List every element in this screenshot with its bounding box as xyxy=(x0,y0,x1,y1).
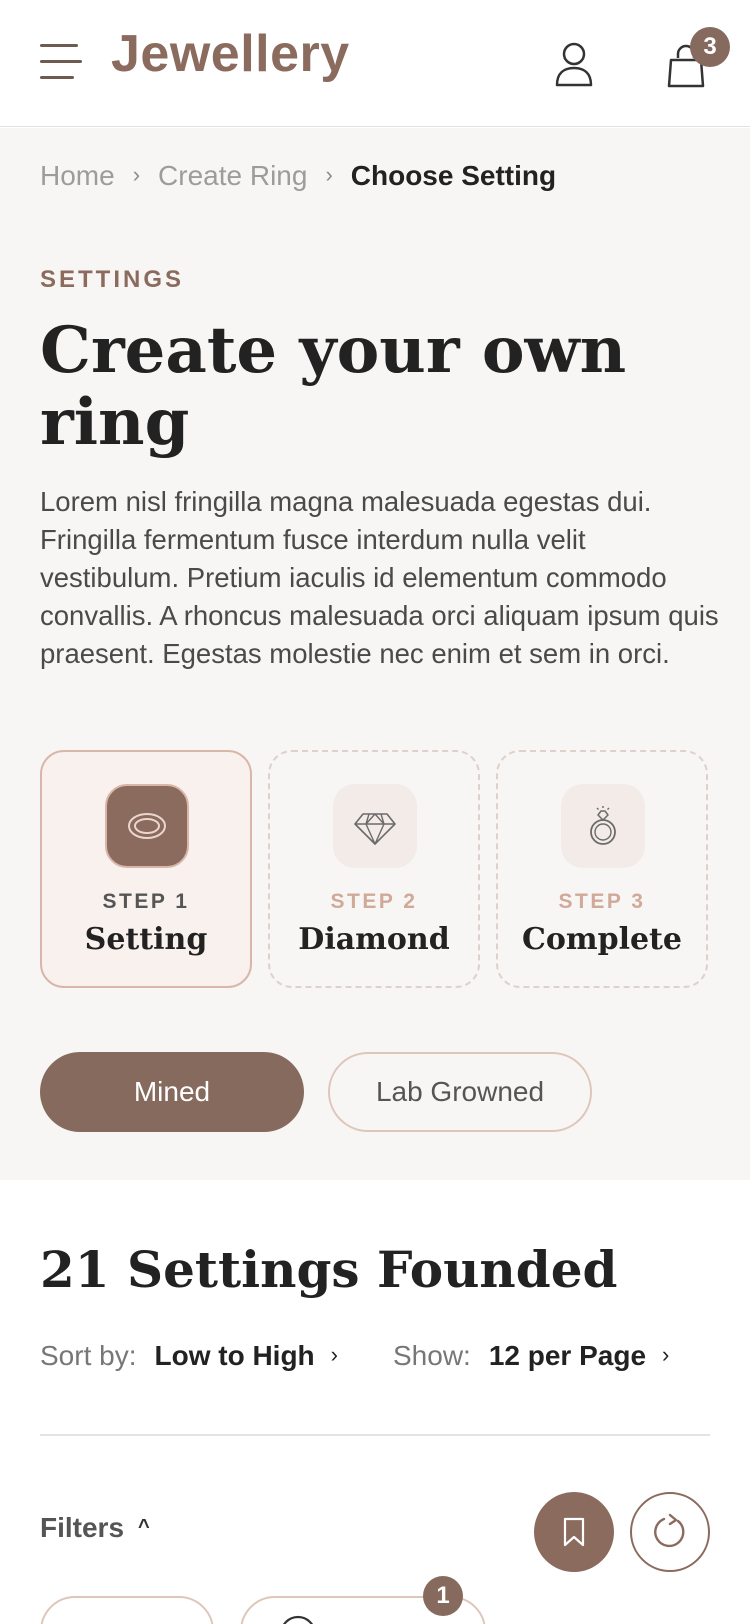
breadcrumb-separator: › xyxy=(325,162,333,187)
breadcrumb: Home › Create Ring › Choose Setting xyxy=(40,160,556,192)
section-eyebrow: SETTINGS xyxy=(40,266,185,293)
user-icon[interactable] xyxy=(552,40,596,88)
ring-icon xyxy=(282,1615,314,1624)
show-label: Show: xyxy=(393,1340,471,1371)
page-title: Create your own ring xyxy=(40,313,627,460)
diamond-ring-icon xyxy=(561,784,645,868)
page-size-dropdown[interactable]: 12 per Page xyxy=(489,1340,646,1371)
breadcrumb-current: Choose Setting xyxy=(350,160,557,191)
hamburger-menu-icon[interactable] xyxy=(40,44,82,80)
chevron-up-icon: ^ xyxy=(138,1516,150,1538)
breadcrumb-create-ring[interactable]: Create Ring xyxy=(158,160,307,191)
bookmark-icon xyxy=(563,1517,585,1547)
mined-toggle-button[interactable]: Mined xyxy=(40,1052,304,1132)
lab-grown-toggle-button[interactable]: Lab Growned xyxy=(328,1052,592,1132)
page-size-group: Show: 12 per Page › xyxy=(393,1340,669,1372)
step-card-complete[interactable]: STEP 3 Complete xyxy=(496,750,708,988)
filters-toggle[interactable]: Filters ^ xyxy=(40,1512,150,1544)
section-divider xyxy=(40,1434,710,1436)
step-number: STEP 3 xyxy=(558,890,646,913)
filter-chip[interactable] xyxy=(40,1596,214,1624)
diamond-icon xyxy=(333,784,417,868)
sort-dropdown[interactable]: Low to High xyxy=(154,1340,314,1371)
filter-count-badge: 1 xyxy=(423,1576,463,1616)
chevron-right-icon[interactable]: › xyxy=(662,1342,669,1368)
sort-bar: Sort by: Low to High › Show: 12 per Page › xyxy=(40,1340,669,1372)
results-count-heading: 21 Settings Founded xyxy=(40,1240,618,1299)
sort-label: Sort by: xyxy=(40,1340,137,1371)
step-name: Diamond xyxy=(298,922,450,957)
app-header: Jewellery 3 xyxy=(0,0,750,127)
breadcrumb-separator: › xyxy=(132,162,141,187)
step-card-setting[interactable]: STEP 1 Setting xyxy=(40,750,252,988)
refresh-icon xyxy=(654,1513,685,1548)
reset-filters-button[interactable] xyxy=(630,1492,710,1572)
page-description: Lorem nisl fringilla magna malesuada ege… xyxy=(40,486,719,669)
cart-count-badge: 3 xyxy=(690,27,730,67)
ring-band-icon xyxy=(105,784,189,868)
step-name: Setting xyxy=(84,922,208,957)
brand-logo[interactable]: Jewellery xyxy=(111,24,350,84)
bookmark-button[interactable] xyxy=(534,1492,614,1572)
step-name: Complete xyxy=(521,922,683,957)
step-number: STEP 2 xyxy=(330,890,418,913)
breadcrumb-home[interactable]: Home xyxy=(40,160,115,191)
filters-label: Filters xyxy=(40,1512,125,1543)
step-number: STEP 1 xyxy=(102,890,190,913)
step-card-diamond[interactable]: STEP 2 Diamond xyxy=(268,750,480,988)
chevron-right-icon[interactable]: › xyxy=(331,1342,338,1368)
